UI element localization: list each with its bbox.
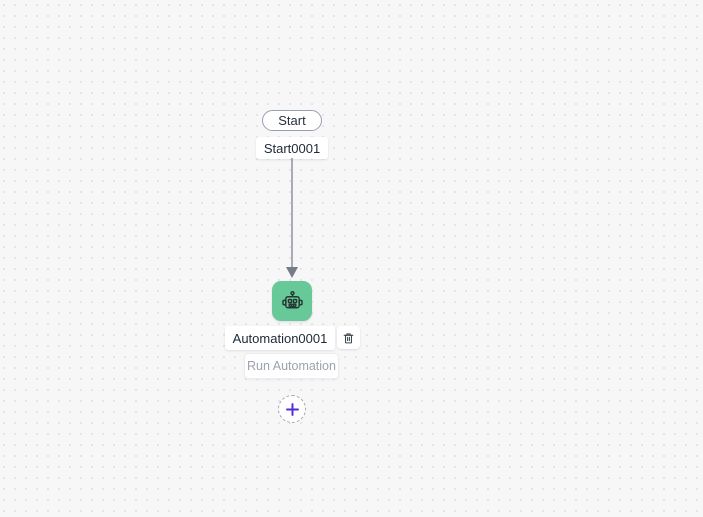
automation-node-name[interactable]: Automation0001: [225, 326, 335, 350]
automation-node[interactable]: [272, 281, 312, 321]
connector-arrow-icon: [286, 158, 298, 278]
add-node-button[interactable]: [278, 395, 306, 423]
start-node[interactable]: Start: [262, 110, 322, 131]
node-type-tooltip: Run Automation: [244, 353, 339, 379]
start-node-label: Start: [278, 113, 306, 128]
robot-icon: [281, 290, 303, 308]
start-node-name[interactable]: Start0001: [256, 137, 328, 159]
plus-icon: [285, 402, 299, 416]
delete-node-button[interactable]: [337, 326, 360, 349]
trash-icon: [343, 332, 354, 343]
workflow-canvas[interactable]: Start Start0001 Automation0001 Run Autom…: [0, 0, 703, 517]
